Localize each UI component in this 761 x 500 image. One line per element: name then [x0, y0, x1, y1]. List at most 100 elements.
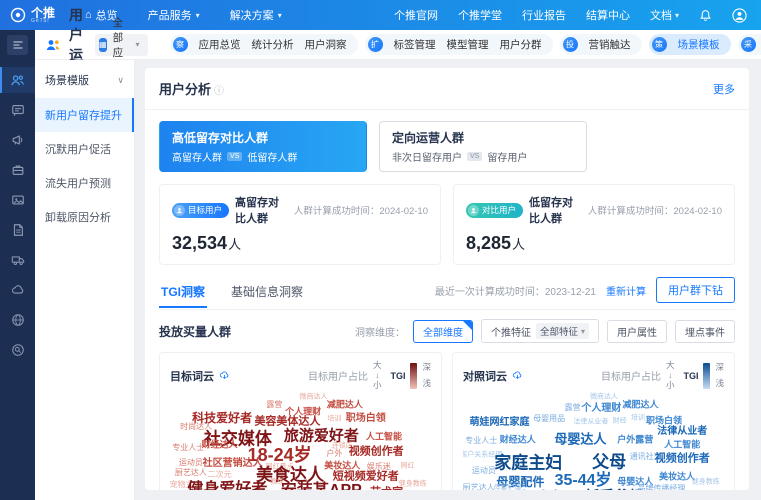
topnav-item-academy[interactable]: 个推学堂	[458, 7, 502, 23]
cloud-word[interactable]: 艺术家	[370, 487, 403, 490]
rail-item-cloud-icon[interactable]	[0, 277, 35, 303]
crowd-card-retention-compare[interactable]: 高低留存对比人群 高留存人群 VS 低留存人群	[159, 121, 367, 172]
download-icon[interactable]	[512, 370, 523, 381]
cloud-word[interactable]: 微商达人	[300, 394, 328, 401]
topnav-item-industry-report[interactable]: 行业报告	[522, 7, 566, 23]
cloud-word[interactable]: 二次元	[208, 470, 232, 479]
cloud-word[interactable]: 减肥达人	[622, 400, 658, 410]
sidebar-toggle-icon[interactable]	[7, 35, 28, 55]
cloud-word[interactable]: 新手爸妈	[584, 489, 644, 490]
cloud-word[interactable]: 微商达人	[590, 394, 618, 401]
topnav-item-solutions[interactable]: 解决方案 ▾	[230, 7, 282, 23]
recalculate-link[interactable]: 重新计算	[606, 283, 646, 298]
cloud-word[interactable]: 娱乐迷	[367, 462, 391, 471]
topnav-item-products[interactable]: 产品服务 ▾	[148, 7, 200, 23]
cloud-word[interactable]: 母婴达人	[554, 432, 606, 445]
cloud-word[interactable]: 美妆达人	[659, 472, 695, 482]
cloud-word[interactable]: 法律从业者	[657, 427, 707, 437]
cloud-word[interactable]: 户外	[326, 450, 342, 458]
getui-logo[interactable]: 个推 GeTui	[10, 7, 55, 24]
cloud-word[interactable]: 培训	[631, 415, 645, 422]
user-avatar[interactable]	[732, 7, 747, 23]
rail-item-gallery-icon[interactable]	[0, 187, 35, 213]
cloud-word[interactable]: 专业人士	[172, 443, 204, 452]
topnav-item-docs[interactable]: 文档 ▾	[650, 7, 679, 23]
tab-basic-info-insight[interactable]: 基础信息洞察	[229, 279, 305, 308]
menu-item-model-management[interactable]: 模型管理	[447, 37, 489, 52]
cloud-word[interactable]: 户外露营	[617, 435, 653, 444]
cloud-word[interactable]: 减肥达人	[327, 400, 363, 410]
cloud-word[interactable]: 厨艺达人	[175, 469, 207, 477]
rail-item-search-icon[interactable]	[0, 337, 35, 363]
app-select-dropdown[interactable]: ▦ 全部应用 ▾	[95, 17, 148, 74]
cloud-word[interactable]: 视频创作者	[655, 453, 710, 465]
scene-template-sidenav: 场景模版 ∨ 新用户留存提升 沉默用户促活 流失用户预测 卸载原因分析	[35, 60, 135, 500]
menu-item-marketing-reach[interactable]: 营销触达	[589, 37, 631, 52]
cloud-word[interactable]: 培训	[327, 416, 341, 423]
cloud-word[interactable]: 旅游爱好者	[284, 429, 359, 444]
cloud-word[interactable]: 运动员	[472, 466, 496, 475]
crowd-card-targeted-operation[interactable]: 定向运营人群 非次日留存用户 VS 留存用户	[379, 121, 587, 172]
rail-item-document-icon[interactable]	[0, 217, 35, 243]
cloud-word[interactable]: 视频创作者	[349, 446, 404, 457]
cloud-word[interactable]: 个人理财	[581, 404, 621, 414]
menu-item-user-segment[interactable]: 用户分群	[500, 37, 542, 52]
cloud-word[interactable]: 运动员	[179, 459, 203, 467]
cloud-word[interactable]: 财经达人	[500, 435, 536, 444]
sidenav-item-silent-user-activation[interactable]: 沉默用户促活	[35, 132, 134, 166]
cloud-word[interactable]: 人工智能	[664, 440, 700, 450]
cloud-word[interactable]: 财经达人	[202, 440, 238, 450]
sidenav-item-new-user-retention[interactable]: 新用户留存提升	[35, 98, 134, 132]
more-link[interactable]: 更多	[713, 81, 735, 97]
filter-all-dimensions[interactable]: 全部维度	[412, 319, 473, 343]
topnav-item-official-site[interactable]: 个推官网	[394, 7, 438, 23]
menu-item-tag-management[interactable]: 标签管理	[394, 37, 436, 52]
cloud-word[interactable]: 美妆达人	[324, 461, 360, 470]
cloud-word[interactable]: 品牌传播经理	[637, 484, 685, 490]
cloud-word[interactable]: 健身教练	[399, 480, 427, 487]
cloud-word[interactable]: 露营	[565, 403, 581, 412]
cloud-word[interactable]: 健身爱好者	[187, 482, 267, 490]
rail-item-megaphone-icon[interactable]	[0, 127, 35, 153]
cloud-word[interactable]: 母婴用品	[533, 415, 565, 423]
filter-getui-features[interactable]: 个推特征 全部特征 ▾	[480, 319, 599, 343]
rail-item-globe-icon[interactable]	[0, 307, 35, 333]
cloud-word[interactable]: 露营	[266, 401, 282, 409]
filter-user-attributes[interactable]: 用户属性	[607, 319, 667, 343]
chevron-down-icon[interactable]: ∨	[117, 75, 124, 86]
rail-item-briefcase-icon[interactable]	[0, 157, 35, 183]
cloud-word[interactable]: 社区营销达人	[203, 459, 263, 469]
cloud-word[interactable]: 法律从业者	[573, 418, 608, 425]
tab-tgi-insight[interactable]: TGI洞察	[159, 279, 207, 308]
cloud-word[interactable]: 萌娃网红家庭	[470, 418, 530, 428]
cloud-word[interactable]: 健身教练	[692, 479, 720, 486]
cloud-word[interactable]: 安装某APP	[281, 483, 362, 490]
rail-item-message-icon[interactable]	[0, 97, 35, 123]
cloud-word[interactable]: 网红	[401, 462, 415, 469]
cloud-word[interactable]: 父母	[592, 453, 626, 470]
feature-sub-select[interactable]: 全部特征 ▾	[535, 323, 589, 339]
menu-item-user-insight[interactable]: 用户洞察	[305, 37, 347, 52]
sidenav-item-uninstall-analysis[interactable]: 卸载原因分析	[35, 200, 134, 234]
cloud-word[interactable]: 家庭主妇	[494, 455, 562, 472]
sidenav-item-churn-prediction[interactable]: 流失用户预测	[35, 166, 134, 200]
cloud-word[interactable]: 短视频爱好者	[333, 471, 399, 483]
cloud-word[interactable]: 人工智能	[366, 432, 402, 442]
rail-item-truck-icon[interactable]	[0, 247, 35, 273]
menu-item-app-overview[interactable]: 应用总览	[199, 37, 241, 52]
rail-item-user-operation-icon[interactable]	[0, 67, 35, 93]
download-icon[interactable]	[219, 370, 230, 381]
user-group-drill-button[interactable]: 用户群下钻	[656, 277, 735, 303]
menu-item-scene-template[interactable]: 场景模板	[678, 37, 720, 52]
filter-tracking-events[interactable]: 埋点事件	[675, 319, 735, 343]
cloud-word[interactable]: 职场白领	[346, 414, 386, 424]
cloud-word[interactable]: 35-44岁	[555, 473, 612, 489]
cloud-word[interactable]: 美容美体达人	[254, 416, 320, 427]
topnav-item-billing-center[interactable]: 结算中心	[586, 7, 630, 23]
notification-bell-icon[interactable]	[699, 9, 712, 22]
cloud-word[interactable]: 厨艺达人	[463, 483, 495, 490]
cloud-word[interactable]: 专业人士	[465, 437, 497, 445]
cloud-word[interactable]: 财经	[613, 417, 627, 424]
cloud-word[interactable]: 职场白领	[646, 416, 682, 425]
menu-item-stats-analysis[interactable]: 统计分析	[252, 37, 294, 52]
